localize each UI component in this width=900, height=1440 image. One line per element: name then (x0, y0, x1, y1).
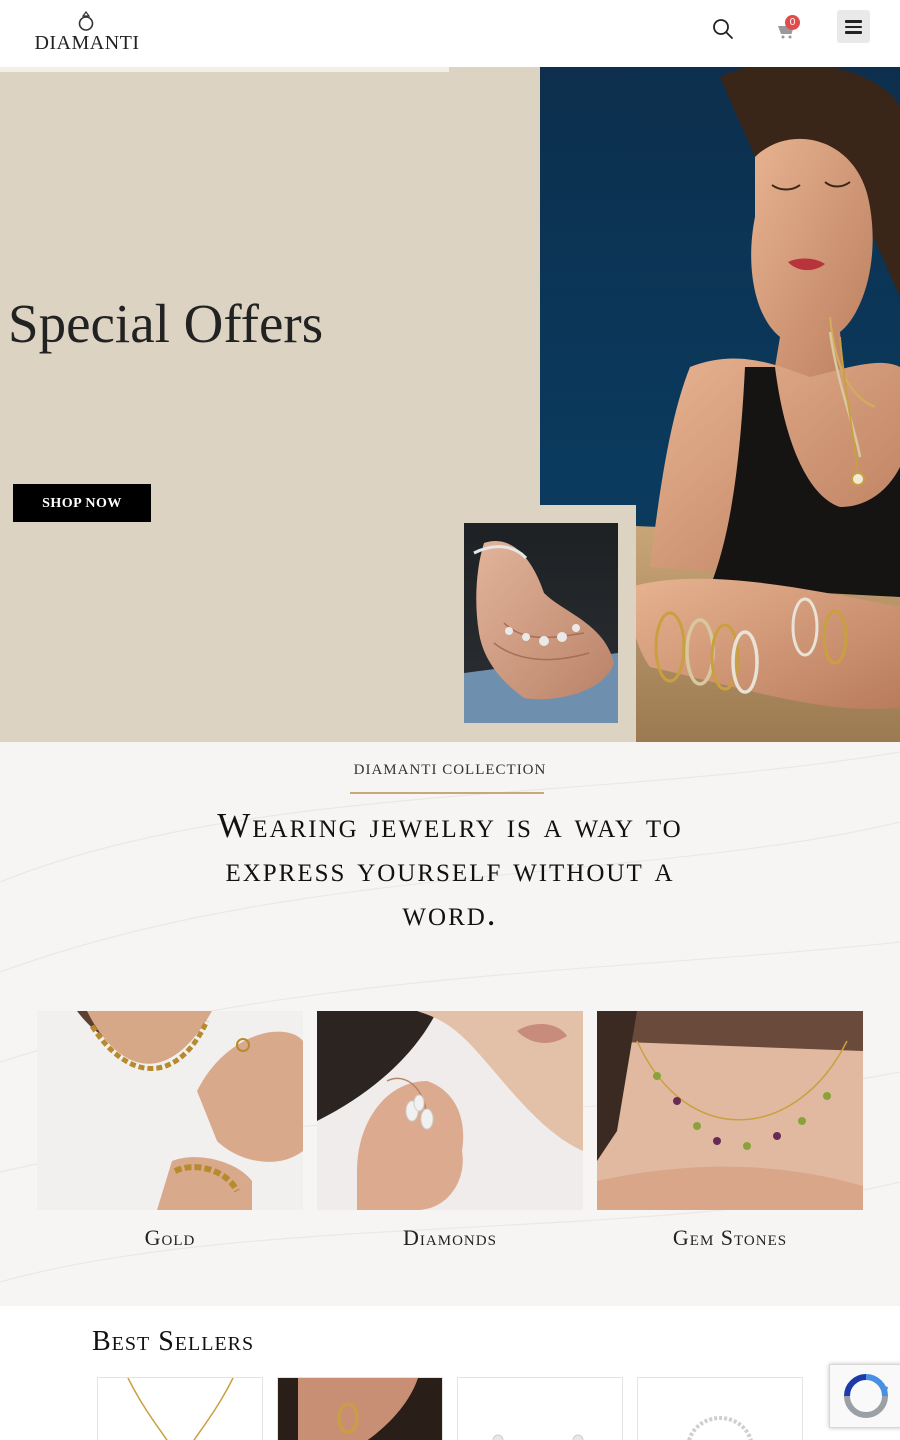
category-gold[interactable]: Gold (37, 1011, 303, 1251)
cart-count-badge: 0 (785, 15, 800, 30)
hero-divider (0, 67, 449, 72)
product-card[interactable] (637, 1377, 803, 1440)
recaptcha-icon (844, 1374, 888, 1418)
best-sellers-title: Best Sellers (92, 1326, 255, 1357)
recaptcha-badge[interactable] (829, 1364, 900, 1428)
rings-inset-image (464, 523, 618, 723)
diamond-earrings-product-image (492, 1434, 584, 1440)
diamonds-category-image (317, 1011, 583, 1210)
hamburger-menu-icon (845, 20, 862, 23)
gem-stones-category-image (597, 1011, 863, 1210)
necklace-product-image (127, 1378, 234, 1440)
earring-product-image (278, 1378, 442, 1440)
collection-eyebrow: DIAMANTI COLLECTION (353, 762, 547, 778)
category-label: Diamonds (403, 1225, 497, 1250)
best-sellers-section: Best Sellers (0, 1306, 900, 1440)
collection-section: DIAMANTI COLLECTION Wearing jewelry is a… (0, 742, 900, 1306)
menu-button[interactable] (837, 10, 870, 43)
category-label: Gold (144, 1225, 196, 1250)
site-header: DIAMANTI 0 (0, 0, 900, 67)
ring-logo-icon (78, 11, 94, 31)
shop-now-button[interactable]: SHOP NOW (13, 484, 151, 522)
product-card[interactable] (457, 1377, 623, 1440)
hero-title: Special Offers (8, 293, 324, 354)
hero-banner: Special Offers SHOP NOW (0, 67, 900, 742)
collection-heading: Wearing jewelry is a way to express your… (217, 806, 683, 933)
logo[interactable]: DIAMANTI (28, 10, 146, 56)
product-card[interactable] (277, 1377, 443, 1440)
gold-category-image (37, 1011, 303, 1210)
product-card[interactable] (97, 1377, 263, 1440)
category-label: Gem Stones (672, 1225, 788, 1250)
bracelet-product-image (687, 1416, 753, 1440)
category-gem-stones[interactable]: Gem Stones (597, 1011, 863, 1251)
category-diamonds[interactable]: Diamonds (317, 1011, 583, 1251)
eyebrow-underline (350, 792, 544, 794)
logo-text: DIAMANTI (34, 32, 140, 54)
search-icon[interactable] (711, 17, 735, 41)
